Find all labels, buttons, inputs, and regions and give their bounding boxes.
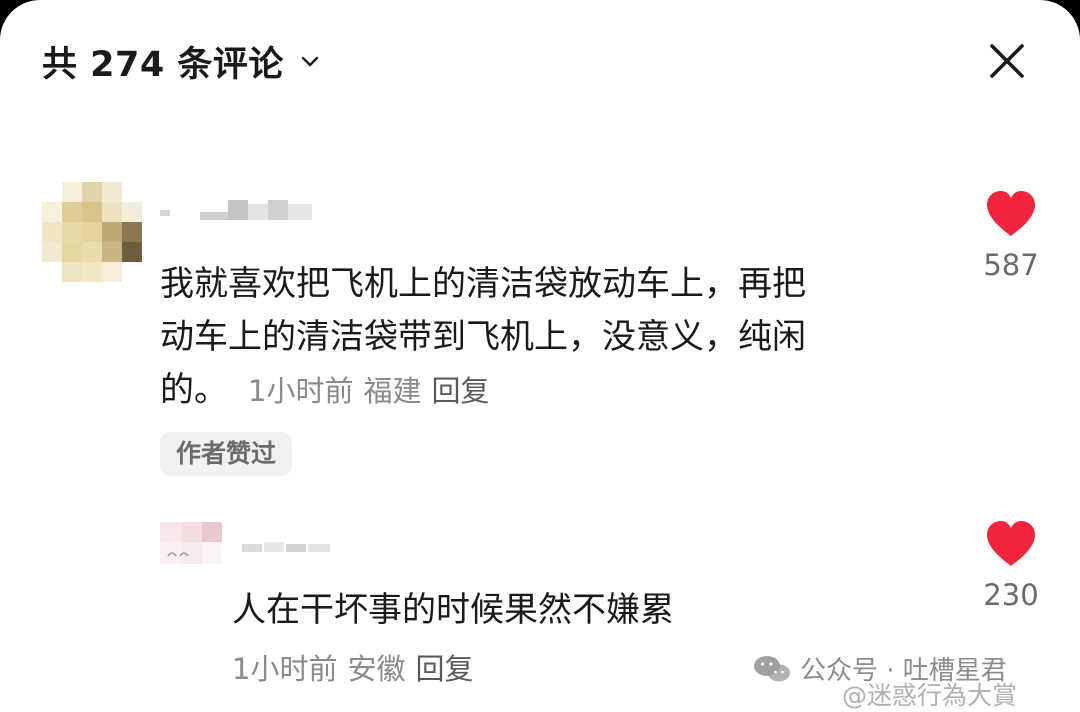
chevron-down-icon <box>301 56 319 67</box>
avatar[interactable] <box>160 522 224 568</box>
wechat-icon <box>754 655 790 681</box>
watermark-weibo: @迷惑行為大賞 <box>842 681 1018 710</box>
like-button[interactable]: 230 <box>971 520 1051 612</box>
comment-line-last: 的。 1小时前 福建 回复 <box>160 364 960 418</box>
reply-meta: 1小时前 安徽 回复 <box>232 646 473 688</box>
comment-count-title: 共 274 条评论 <box>42 44 284 85</box>
username-obscured[interactable] <box>160 200 320 224</box>
close-icon[interactable] <box>984 38 1030 84</box>
avatar[interactable] <box>42 182 142 282</box>
comment-line: 的。 <box>160 370 228 410</box>
like-button[interactable]: 587 <box>971 190 1051 282</box>
heart-icon <box>987 191 1035 236</box>
comment-count-dropdown[interactable]: 共 274 条评论 <box>42 36 322 86</box>
reply-time: 1小时前 <box>232 652 338 686</box>
comment-line: 我就喜欢把飞机上的清洁袋放动车上，再把 <box>160 264 806 304</box>
like-count: 587 <box>983 248 1039 282</box>
comment-line: 动车上的清洁袋带到飞机上，没意义，纯闲 <box>160 317 806 357</box>
comment-location: 福建 <box>363 374 422 408</box>
avatar-doodle <box>167 552 189 557</box>
author-liked-badge: 作者赞过 <box>160 432 293 476</box>
reply-location: 安徽 <box>347 652 406 686</box>
reply-button[interactable]: 回复 <box>415 652 473 686</box>
reply-button[interactable]: 回复 <box>431 374 489 408</box>
like-count: 230 <box>983 578 1039 612</box>
comments-panel: 共 274 条评论 我就喜欢把飞机上的清洁袋放动车上，再把 动车上的清洁袋带到飞… <box>0 0 1080 712</box>
comment-time: 1小时前 <box>248 374 354 408</box>
username-obscured[interactable] <box>242 540 342 554</box>
reply-text: 人在干坏事的时候果然不嫌累 <box>232 590 674 630</box>
heart-icon <box>987 521 1035 566</box>
comment-text: 我就喜欢把飞机上的清洁袋放动车上，再把 动车上的清洁袋带到飞机上，没意义，纯闲 … <box>160 258 960 418</box>
